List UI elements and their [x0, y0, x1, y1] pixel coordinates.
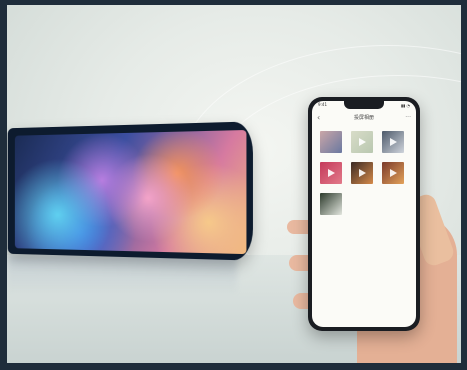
smartphone: 9:41 ▮▮ ◔ ‹ 投屏相册 ··· — [308, 97, 420, 331]
photo-thumbnail[interactable] — [382, 131, 404, 153]
play-icon — [390, 169, 397, 177]
tv-screen-artwork — [14, 129, 247, 255]
curved-tv — [7, 121, 253, 261]
play-icon — [359, 138, 366, 146]
photo-thumbnail[interactable] — [320, 162, 342, 184]
photo-thumbnail[interactable] — [382, 162, 404, 184]
photo-thumbnail[interactable] — [351, 162, 373, 184]
status-time: 9:41 — [318, 102, 327, 107]
play-icon — [359, 169, 366, 177]
play-icon — [328, 169, 335, 177]
photo-thumbnail[interactable] — [320, 193, 342, 215]
phone-notch — [344, 101, 384, 109]
tv-reflection — [7, 255, 237, 295]
phone-screen: 9:41 ▮▮ ◔ ‹ 投屏相册 ··· — [312, 101, 416, 327]
back-icon[interactable]: ‹ — [317, 113, 320, 123]
scene: 9:41 ▮▮ ◔ ‹ 投屏相册 ··· — [7, 5, 461, 363]
photo-thumbnail[interactable] — [351, 131, 373, 153]
status-icons: ▮▮ ◔ — [400, 103, 410, 108]
app-header: ‹ 投屏相册 ··· — [312, 111, 416, 125]
photo-thumbnail[interactable] — [320, 131, 342, 153]
more-icon[interactable]: ··· — [405, 113, 411, 123]
play-icon — [390, 138, 397, 146]
app-title: 投屏相册 — [353, 115, 374, 121]
image-frame: 9:41 ▮▮ ◔ ‹ 投屏相册 ··· — [0, 0, 467, 370]
